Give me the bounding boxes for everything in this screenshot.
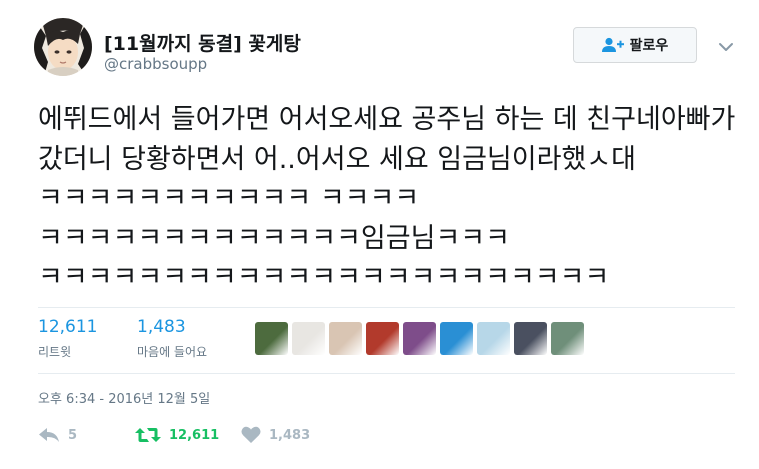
avatar[interactable] [34, 18, 92, 76]
reply-count: 5 [68, 427, 78, 443]
divider-top [38, 307, 735, 308]
display-name[interactable]: [11월까지 동결] 꽃게탕 [104, 29, 301, 56]
retweet-count: 12,611 [169, 427, 220, 443]
timestamp[interactable]: 오후 6:34 - 2016년 12월 5일 [38, 388, 210, 407]
more-options-chevron-down-icon[interactable] [718, 38, 734, 51]
retweet-stat-count: 12,611 [38, 317, 98, 337]
like-count: 1,483 [269, 427, 311, 443]
retweet-icon [135, 428, 161, 442]
tweet-actions: 5 12,611 1,483 [38, 426, 310, 444]
liker-avatar-8[interactable] [514, 322, 547, 355]
liker-avatar-5[interactable] [403, 322, 436, 355]
follow-button[interactable]: 팔로우 [573, 27, 697, 63]
liker-avatar-4[interactable] [366, 322, 399, 355]
retweet-stat-label: 리트윗 [38, 345, 72, 359]
liker-avatar-3[interactable] [329, 322, 362, 355]
heart-icon [241, 426, 261, 443]
liker-avatar-6[interactable] [440, 322, 473, 355]
user-handle[interactable]: @crabbsoupp [104, 55, 207, 73]
tweet-text: 에뛰드에서 들어가면 어서오세요 공주님 하는 데 친구네아빠가 갔더니 당황하… [38, 104, 744, 293]
retweet-stat[interactable]: 12,611 리트윗 [38, 317, 97, 360]
reply-icon [39, 428, 59, 442]
reply-button[interactable]: 5 [38, 427, 135, 443]
liker-avatar-1[interactable] [255, 322, 288, 355]
liker-avatar-9[interactable] [551, 322, 584, 355]
liker-avatar-2[interactable] [292, 322, 325, 355]
anime-profile-avatar-icon [34, 18, 92, 76]
like-button[interactable]: 1,483 [241, 426, 310, 444]
divider-middle [38, 373, 735, 374]
liker-avatars [255, 322, 584, 355]
like-stat-label: 마음에 들어요 [137, 345, 208, 359]
like-stat-count: 1,483 [137, 317, 186, 337]
add-user-icon [601, 37, 624, 52]
follow-button-label: 팔로우 [629, 38, 669, 54]
like-stat[interactable]: 1,483 마음에 들어요 [137, 317, 207, 360]
liker-avatar-7[interactable] [477, 322, 510, 355]
retweet-button[interactable]: 12,611 [135, 427, 241, 443]
